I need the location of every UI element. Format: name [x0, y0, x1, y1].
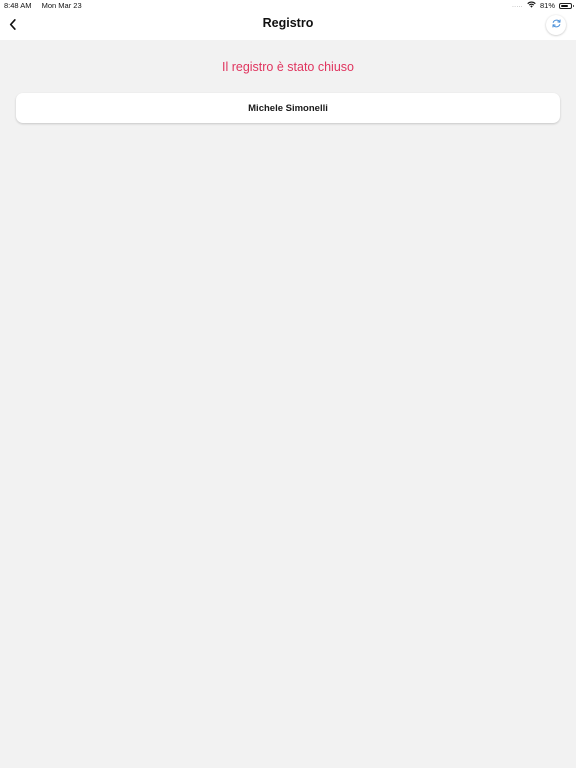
battery-icon: [559, 2, 574, 9]
battery-percent: 81%: [539, 1, 555, 10]
person-card[interactable]: Michele Simonelli: [16, 93, 560, 123]
refresh-button[interactable]: [546, 15, 566, 35]
person-name: Michele Simonelli: [248, 102, 328, 114]
status-right: ..... 81%: [512, 1, 574, 10]
navigation-bar: Registro: [0, 12, 576, 40]
page-title: Registro: [262, 16, 314, 30]
signal-icon: .....: [512, 2, 523, 9]
refresh-icon: [551, 16, 562, 34]
register-closed-message: Il registro è stato chiuso: [221, 60, 354, 74]
status-left: 8:48 AM Mon Mar 23: [4, 1, 82, 10]
status-date: Mon Mar 23: [41, 1, 82, 10]
status-time: 8:48 AM: [4, 1, 32, 10]
status-bar: 8:48 AM Mon Mar 23 ..... 81%: [0, 0, 576, 12]
battery-level: [561, 4, 569, 7]
wifi-icon: [527, 1, 536, 10]
